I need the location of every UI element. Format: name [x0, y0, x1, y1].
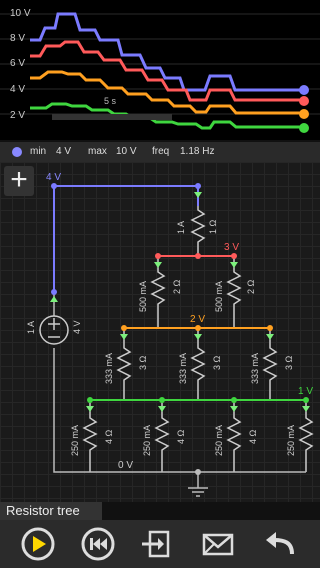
- node-label-4v: 4 V: [46, 172, 61, 183]
- r4b-current-label: 250 mA: [142, 425, 152, 456]
- r4c-value-label: 4 Ω: [248, 429, 258, 444]
- circuit-diagram: 4 V 3 V 2 V 1 V 0 V 1 A 4 V 1 A 1 Ω 500 …: [26, 172, 314, 497]
- node-label-2v: 2 V: [190, 314, 205, 325]
- circuit-canvas[interactable]: 4 V 3 V 2 V 1 V 0 V 1 A 4 V 1 A 1 Ω 500 …: [0, 162, 320, 502]
- y-label: 10 V: [10, 8, 31, 19]
- r3c-current-label: 333 mA: [250, 353, 260, 384]
- probe-color-dot: [12, 147, 22, 157]
- add-component-button[interactable]: +: [4, 165, 34, 196]
- r2b-current-label: 500 mA: [214, 281, 224, 312]
- min-value: 4 V: [56, 146, 72, 157]
- undo-icon[interactable]: [262, 526, 298, 562]
- circuit-title[interactable]: Resistor tree: [0, 502, 102, 520]
- y-label: 4 V: [10, 84, 26, 95]
- trace-end-3v: [299, 96, 309, 106]
- r3b-current-label: 333 mA: [178, 353, 188, 384]
- node-label-1v: 1 V: [298, 386, 313, 397]
- wire-4v: [53, 185, 199, 292]
- r2a-value-label: 2 Ω: [172, 279, 182, 294]
- node-label-0v: 0 V: [118, 460, 133, 471]
- bottom-toolbar: [0, 520, 320, 568]
- scope-info-bar: min 4 V max 10 V freq 1.18 Hz: [0, 142, 320, 162]
- scope-traces: [0, 12, 320, 133]
- scope-timebar: [52, 114, 172, 120]
- min-label: min: [30, 146, 47, 157]
- r4c-current-label: 250 mA: [214, 425, 224, 456]
- freq-value: 1.18 Hz: [180, 146, 215, 157]
- r1-current-label: 1 A: [176, 221, 186, 234]
- r4b-value-label: 4 Ω: [176, 429, 186, 444]
- rewind-icon[interactable]: [80, 526, 116, 562]
- source-current-label: 1 A: [26, 321, 36, 334]
- trace-end-2v: [299, 109, 309, 119]
- y-label: 2 V: [10, 110, 26, 121]
- r4a-current-label: 250 mA: [70, 425, 80, 456]
- trace-end-1v: [299, 123, 309, 133]
- r2b-value-label: 2 Ω: [246, 279, 256, 294]
- time-scale-label: 5 s: [104, 96, 117, 106]
- r3b-value-label: 3 Ω: [212, 355, 222, 370]
- resistor-r1: [190, 206, 206, 256]
- play-icon[interactable]: [20, 526, 56, 562]
- trace-end-4v: [299, 85, 309, 95]
- oscilloscope[interactable]: 10 V 8 V 6 V 4 V 2 V 5 s: [0, 0, 320, 140]
- r3a-current-label: 333 mA: [104, 353, 114, 384]
- source-voltage-label: 4 V: [72, 320, 82, 334]
- max-label: max: [88, 146, 107, 157]
- r3c-value-label: 3 Ω: [284, 355, 294, 370]
- r2a-current-label: 500 mA: [138, 281, 148, 312]
- r1-value-label: 1 Ω: [208, 219, 218, 234]
- r4d-current-label: 250 mA: [286, 425, 296, 456]
- freq-label: freq: [152, 146, 170, 157]
- r4a-value-label: 4 Ω: [104, 429, 114, 444]
- import-icon[interactable]: [138, 526, 174, 562]
- y-label: 8 V: [10, 33, 26, 44]
- max-value: 10 V: [116, 146, 137, 157]
- mail-icon[interactable]: [200, 526, 236, 562]
- node-label-3v: 3 V: [224, 242, 239, 253]
- trace-4v: [30, 12, 304, 92]
- y-label: 6 V: [10, 58, 26, 69]
- r3a-value-label: 3 Ω: [138, 355, 148, 370]
